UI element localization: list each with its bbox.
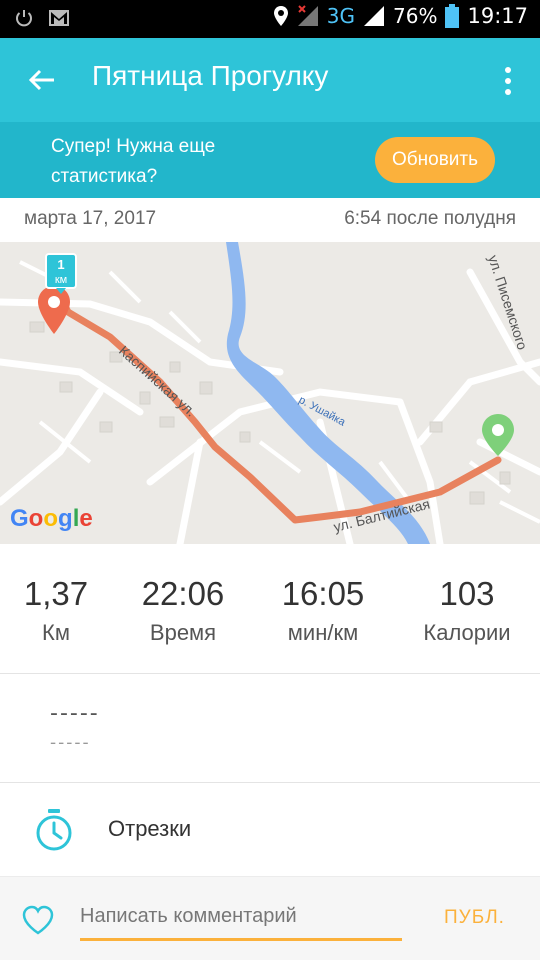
power-icon — [16, 10, 32, 27]
comment-input[interactable] — [80, 895, 402, 941]
note-subtitle: ----- — [50, 733, 91, 753]
km-marker-unit: км — [55, 274, 67, 286]
stat-label: мин/км — [287, 620, 359, 645]
start-marker-icon — [482, 414, 514, 456]
activity-time: 6:54 после полудня — [344, 208, 516, 229]
page-title: Пятница Прогулку — [92, 60, 329, 91]
signal-icon — [297, 5, 318, 26]
map-canvas: Каспийская ул. ул. Балтийская ул. Писемс… — [0, 242, 540, 544]
gmail-icon — [49, 10, 69, 26]
heart-outline-icon[interactable] — [22, 905, 54, 935]
activity-notes[interactable]: ----- ----- — [0, 675, 540, 783]
stat-value: 22:06 — [141, 575, 225, 612]
km-marker-number: 1 — [57, 257, 64, 272]
google-logo: Google — [10, 505, 93, 532]
activity-datetime: марта 17, 2017 6:54 после полудня — [0, 198, 540, 242]
stat-label: Время — [149, 620, 217, 645]
stat-value: 1,37 — [23, 575, 89, 612]
stat-calories: 103 Калории — [402, 574, 532, 646]
splits-label: Отрезки — [108, 816, 192, 841]
stat-value: 103 — [439, 575, 495, 612]
status-time: 19:17 — [467, 4, 528, 28]
stat-value: 16:05 — [281, 575, 365, 612]
note-title: ----- — [50, 701, 100, 726]
route-map[interactable]: Каспийская ул. ул. Балтийская ул. Писемс… — [0, 242, 540, 544]
banner-text: Супер! Нужна еще статистика? — [51, 136, 216, 187]
publish-button[interactable]: ПУБЛ. — [444, 907, 505, 929]
activity-date: марта 17, 2017 — [24, 208, 157, 229]
upgrade-button[interactable]: Обновить — [375, 137, 495, 183]
stat-label: Калории — [423, 620, 511, 645]
stat-label: Км — [42, 620, 70, 645]
network-type: 3G — [326, 4, 356, 28]
stopwatch-icon — [36, 809, 72, 851]
arrow-back-icon[interactable] — [26, 64, 58, 96]
stat-duration: 22:06 Время — [118, 574, 248, 646]
signal-strength-icon — [364, 6, 385, 26]
activity-stats: 1,37 Км 22:06 Время 16:05 мин/км 103 Кал… — [0, 544, 540, 674]
location-icon — [273, 6, 288, 26]
km-marker-icon: 1 км — [45, 253, 77, 294]
stat-pace: 16:05 мин/км — [258, 574, 388, 646]
battery-percent: 76% — [393, 4, 438, 28]
upgrade-banner: Супер! Нужна еще статистика? Обновить — [0, 122, 540, 198]
splits-row[interactable]: Отрезки — [0, 784, 540, 876]
battery-icon — [445, 4, 460, 28]
stat-distance: 1,37 Км — [0, 574, 112, 646]
comment-bar: ПУБЛ. — [0, 876, 540, 960]
status-bar: 3G 76% 19:17 — [0, 0, 540, 38]
more-vert-icon[interactable] — [502, 66, 514, 96]
app-bar: Пятница Прогулку — [0, 38, 540, 122]
